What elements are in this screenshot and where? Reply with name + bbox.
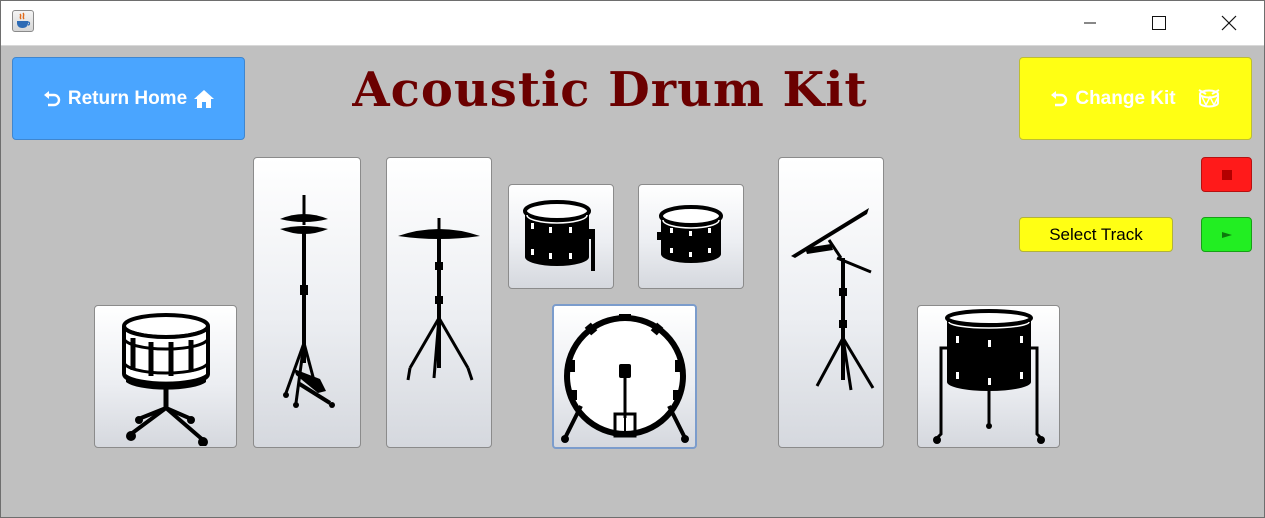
page-title: Acoustic Drum Kit (352, 62, 868, 118)
high-tom-pad[interactable] (508, 184, 614, 289)
select-track-button[interactable]: Select Track (1019, 217, 1173, 252)
play-button[interactable] (1201, 217, 1252, 252)
bass-drum-icon (560, 313, 689, 443)
maximize-button[interactable] (1136, 0, 1182, 45)
crash-cymbal-pad[interactable] (778, 157, 884, 448)
change-kit-label: Change Kit (1075, 87, 1176, 109)
select-track-label: Select Track (1049, 224, 1143, 244)
drum-icon (1198, 88, 1220, 107)
stop-button[interactable] (1201, 157, 1252, 192)
ride-cymbal-pad[interactable] (386, 157, 492, 448)
minimize-button[interactable] (1067, 0, 1113, 45)
return-home-button[interactable]: Return Home (12, 57, 245, 140)
snare-drum-icon (121, 312, 210, 446)
ride-cymbal-icon (398, 217, 480, 380)
maximize-icon (1152, 15, 1166, 30)
close-button[interactable] (1206, 0, 1252, 45)
minimize-icon (1084, 22, 1096, 23)
title-bar (0, 0, 1265, 46)
undo-arrow-icon (43, 90, 60, 106)
floor-tom-pad[interactable] (917, 305, 1060, 448)
mid-tom-icon (657, 204, 723, 263)
hi-hat-icon (280, 194, 335, 408)
snare-drum-pad[interactable] (94, 305, 237, 448)
java-cup-icon[interactable] (12, 10, 34, 32)
stop-icon (1221, 169, 1232, 180)
bass-drum-pad[interactable] (552, 304, 697, 449)
mid-tom-pad[interactable] (638, 184, 744, 289)
play-icon (1221, 231, 1232, 238)
crash-cymbal-icon (791, 207, 875, 390)
close-icon (1221, 15, 1237, 30)
home-icon (194, 89, 215, 108)
return-home-label: Return Home (67, 87, 188, 109)
hi-hat-pad[interactable] (253, 157, 361, 448)
undo-arrow-icon (1051, 90, 1068, 106)
floor-tom-icon (932, 308, 1045, 444)
high-tom-icon (523, 199, 595, 271)
change-kit-button[interactable]: Change Kit (1019, 57, 1252, 140)
